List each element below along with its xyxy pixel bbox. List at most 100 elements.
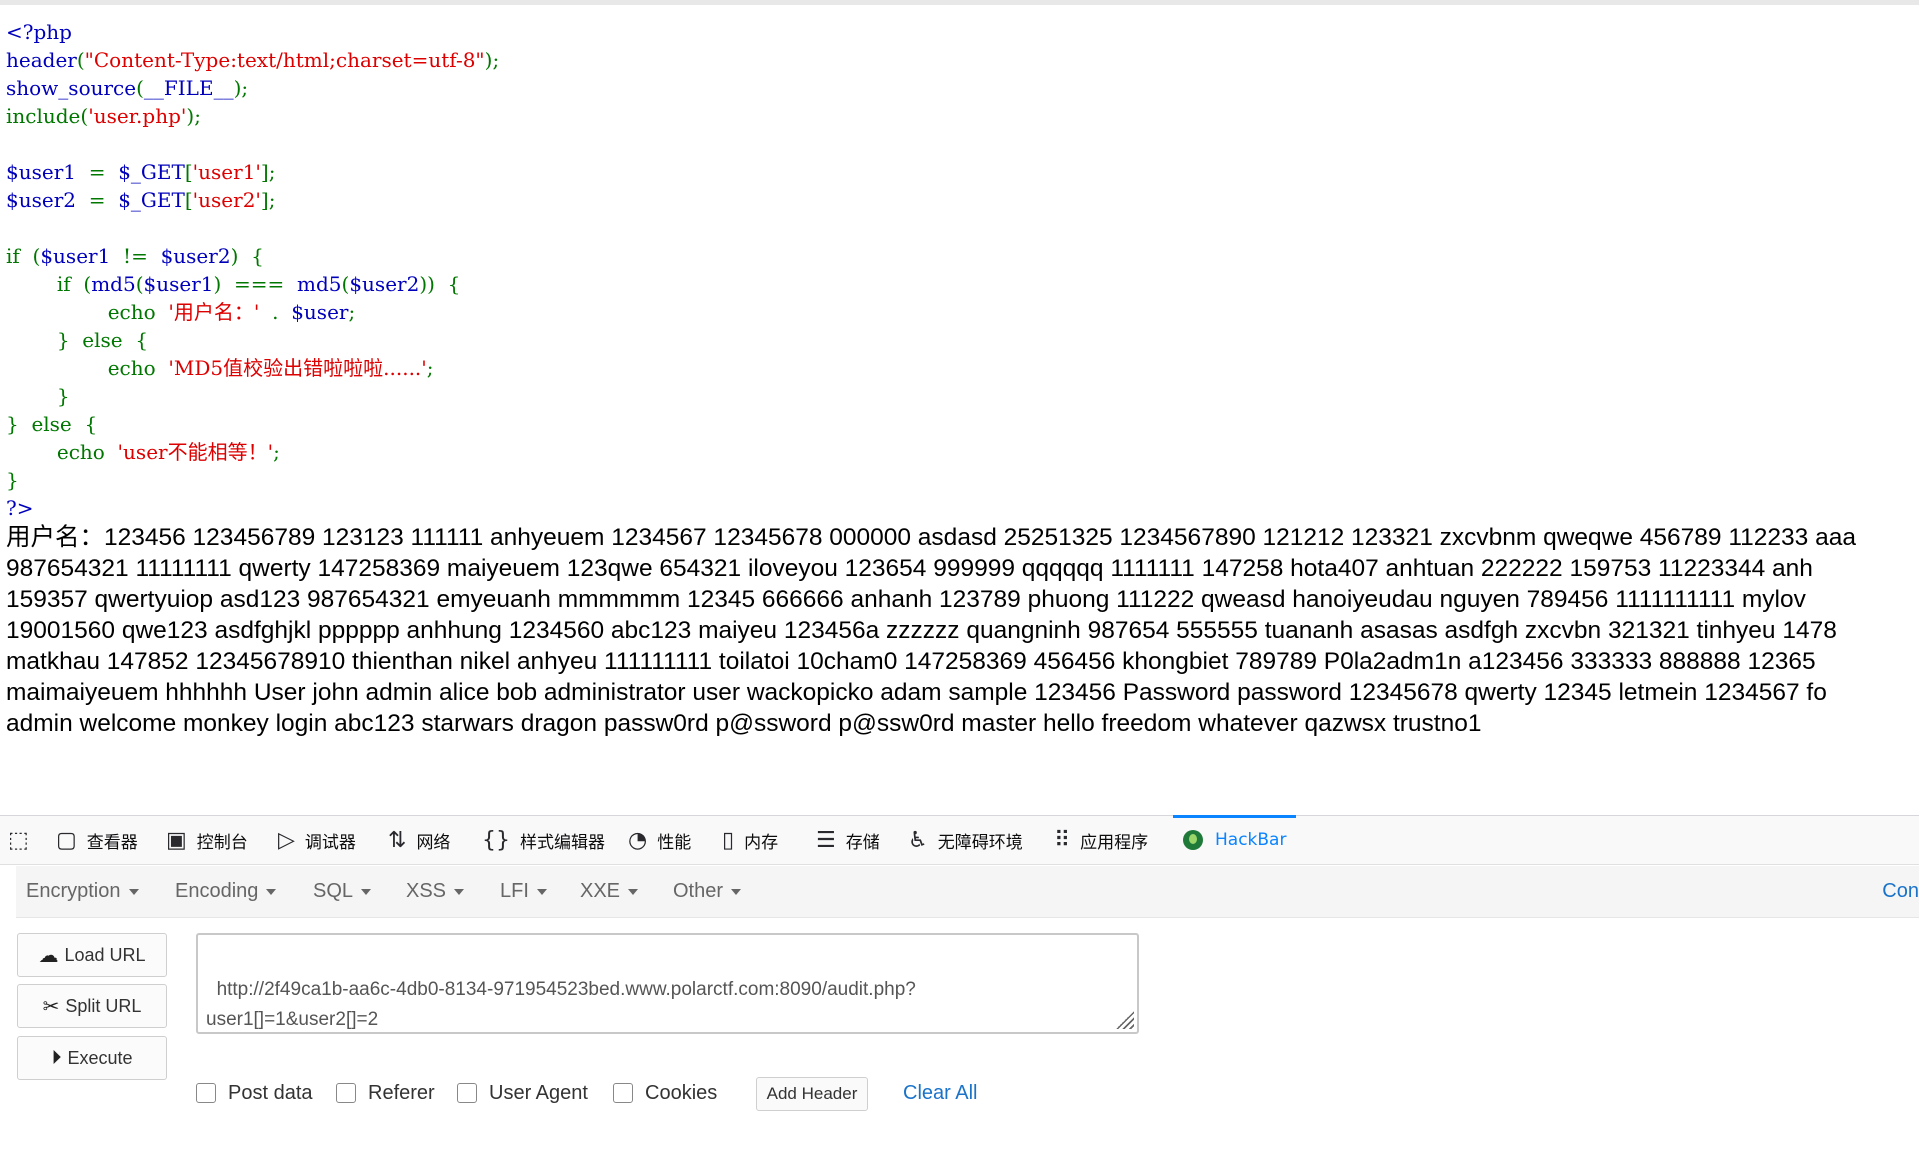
source-line: $user1 = $_GET['user1']; <box>6 158 1906 186</box>
source-token: md5 <box>91 272 136 296</box>
source-token: __FILE__ <box>143 76 234 100</box>
output-line: matkhau 147852 12345678910 thienthan nik… <box>6 648 1816 675</box>
source-token: if ( <box>6 244 41 268</box>
devtools-toolbar: ⬚ ▢ 查看器 ▣ 控制台 ▷ 调试器 ⇅ 网络 {} 样式编辑器 ◔ 性能 ▯… <box>0 815 1919 865</box>
clear-all-link[interactable]: Clear All <box>903 1080 977 1106</box>
play-circle-icon: ⏵ <box>51 1046 62 1069</box>
load-url-button[interactable]: ☁ Load URL <box>17 933 167 977</box>
source-token: ( <box>136 76 144 100</box>
add-header-button[interactable]: Add Header <box>756 1077 868 1111</box>
source-token: } else { <box>6 412 98 436</box>
menu-label: Encryption <box>26 880 121 902</box>
referer-option[interactable]: Referer <box>336 1080 435 1106</box>
caret-down-icon <box>731 888 742 895</box>
post-data-checkbox[interactable] <box>196 1083 216 1103</box>
tab-label: 无障碍环境 <box>937 832 1023 853</box>
source-line: if (md5($user1) === md5($user2)) { <box>6 270 1906 298</box>
url-textarea[interactable]: http://2f49ca1b-aa6c-4db0-8134-971954523… <box>196 933 1139 1034</box>
tab-style-editor[interactable]: {} 样式编辑器 <box>482 816 605 864</box>
source-token: 'user.php' <box>88 104 187 128</box>
source-token: } else { <box>6 328 149 352</box>
source-line: } else { <box>6 410 1906 438</box>
source-token: $user1 <box>6 160 89 184</box>
tab-label: 存储 <box>845 832 880 853</box>
tab-accessibility[interactable]: ♿ 无障碍环境 <box>908 816 1023 864</box>
menu-other[interactable]: Other <box>673 866 742 917</box>
user-agent-checkbox[interactable] <box>457 1083 477 1103</box>
source-token: echo <box>6 300 169 324</box>
tab-label: 调试器 <box>304 832 356 853</box>
pick-element-button[interactable]: ⬚ <box>8 816 39 864</box>
tab-application[interactable]: ⠿ 应用程序 <box>1054 816 1148 864</box>
source-line: } else { <box>6 326 1906 354</box>
resize-handle-icon[interactable] <box>1116 1011 1134 1029</box>
tab-label: 网络 <box>416 832 451 853</box>
accessibility-icon: ♿ <box>908 827 928 853</box>
source-token: ( <box>135 272 144 296</box>
tab-debugger[interactable]: ▷ 调试器 <box>278 816 356 864</box>
source-token: [ <box>184 188 193 212</box>
tab-label: 查看器 <box>86 832 138 853</box>
source-token: echo <box>6 356 169 380</box>
source-line: } <box>6 382 1906 410</box>
caret-down-icon <box>128 888 139 895</box>
debugger-icon: ▷ <box>278 827 295 853</box>
source-line <box>6 130 1906 158</box>
button-label: Execute <box>67 1047 133 1068</box>
execute-button[interactable]: ⏵ Execute <box>17 1036 167 1080</box>
source-token: ; <box>348 300 356 324</box>
tab-label: 应用程序 <box>1080 832 1149 853</box>
option-label: Cookies <box>645 1081 718 1104</box>
source-token: ); <box>233 76 249 100</box>
cookies-option[interactable]: Cookies <box>613 1080 717 1106</box>
source-token: $user2 <box>160 244 231 268</box>
menu-encoding[interactable]: Encoding <box>175 866 277 917</box>
source-line: if ($user1 != $user2) { <box>6 242 1906 270</box>
cookies-checkbox[interactable] <box>613 1083 633 1103</box>
tab-label: 性能 <box>657 832 692 853</box>
menu-encryption[interactable]: Encryption <box>26 866 139 917</box>
menu-xss[interactable]: XSS <box>406 866 465 917</box>
menu-label: Encoding <box>175 880 259 902</box>
source-token: <?php <box>6 20 72 44</box>
source-line: include('user.php'); <box>6 102 1906 130</box>
referer-checkbox[interactable] <box>336 1083 356 1103</box>
output-line: 19001560 qwe123 asdfghjkl pppppp anhhung… <box>6 617 1837 644</box>
caret-down-icon <box>628 888 639 895</box>
split-url-button[interactable]: ✂ Split URL <box>17 984 167 1028</box>
tab-hackbar[interactable]: HackBar <box>1172 815 1297 864</box>
tab-memory[interactable]: ▯ 内存 <box>722 816 778 864</box>
contribute-link[interactable]: Con <box>1882 866 1919 917</box>
memory-icon: ▯ <box>722 827 735 853</box>
style-editor-icon: {} <box>482 827 510 853</box>
tab-console[interactable]: ▣ 控制台 <box>166 816 248 864</box>
source-token: $user <box>291 300 349 324</box>
tab-performance[interactable]: ◔ 性能 <box>628 816 691 864</box>
menu-lfi[interactable]: LFI <box>500 866 547 917</box>
output-line: 159357 qwertyuiop asd123 987654321 emyeu… <box>6 586 1806 613</box>
source-token: ?> <box>6 496 34 520</box>
caret-down-icon <box>266 888 277 895</box>
tab-network[interactable]: ⇅ 网络 <box>388 816 450 864</box>
source-line <box>6 214 1906 242</box>
menu-xxe[interactable]: XXE <box>580 866 639 917</box>
user-agent-option[interactable]: User Agent <box>457 1080 588 1106</box>
url-value: http://2f49ca1b-aa6c-4db0-8134-971954523… <box>206 979 916 1030</box>
console-icon: ▣ <box>166 827 187 853</box>
source-line: show_source(__FILE__); <box>6 74 1906 102</box>
menu-label: Other <box>673 880 724 902</box>
source-line: $user2 = $_GET['user2']; <box>6 186 1906 214</box>
menu-sql[interactable]: SQL <box>313 866 372 917</box>
source-token: } <box>6 468 19 492</box>
option-label: Referer <box>368 1081 435 1104</box>
menu-label: XSS <box>406 880 447 902</box>
source-token: "Content-Type:text/html;charset=utf-8" <box>84 48 485 72</box>
tab-storage[interactable]: ☰ 存储 <box>816 816 880 864</box>
source-line: ?> <box>6 494 1906 522</box>
tab-inspector[interactable]: ▢ 查看器 <box>56 816 138 864</box>
source-line: header("Content-Type:text/html;charset=u… <box>6 46 1906 74</box>
post-data-option[interactable]: Post data <box>196 1080 313 1106</box>
source-line: echo '用户名：' . $user; <box>6 298 1906 326</box>
source-token: 'user不能相等！' <box>117 440 274 464</box>
storage-icon: ☰ <box>816 827 836 853</box>
